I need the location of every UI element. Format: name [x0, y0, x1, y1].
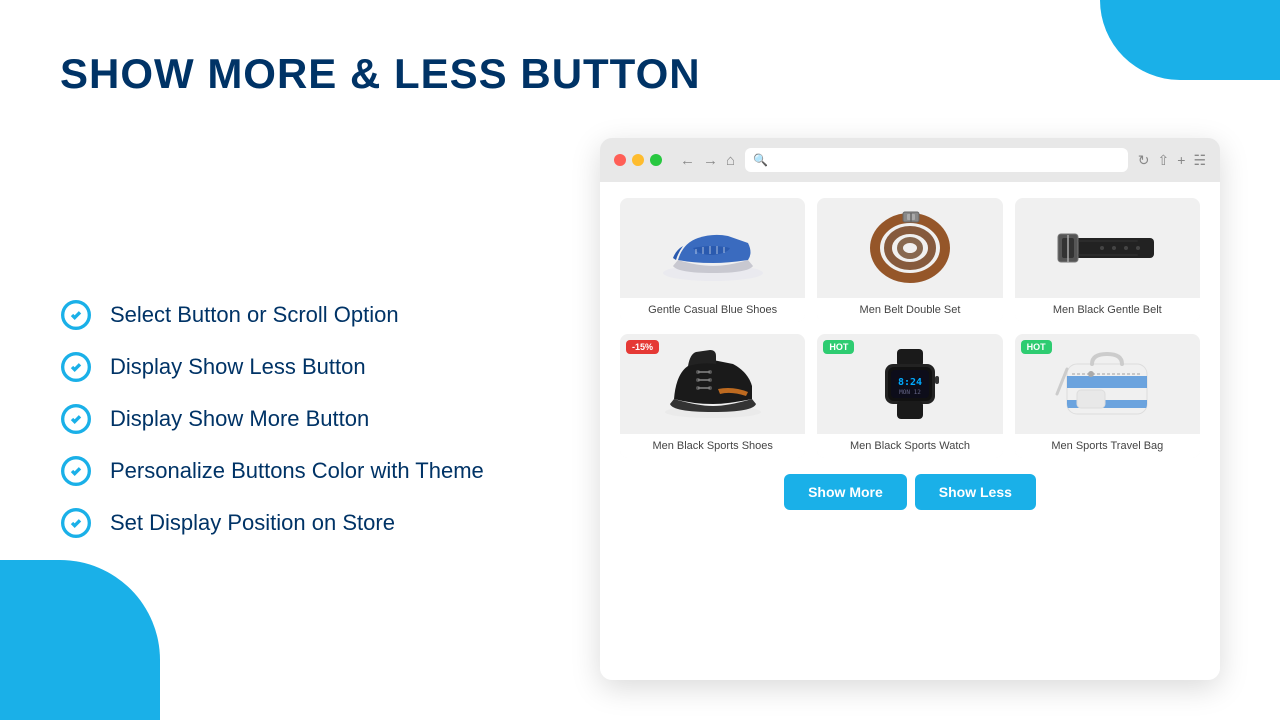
dot-yellow [632, 154, 644, 166]
product-card-4: -15% [620, 334, 805, 458]
page-container: SHOW MORE & LESS BUTTON Select Button or… [0, 0, 1280, 720]
product-name-6: Men Sports Travel Bag [1015, 434, 1200, 458]
feature-item-select: Select Button or Scroll Option [60, 299, 540, 331]
product-image-3 [1015, 198, 1200, 298]
check-icon-show-less [60, 351, 92, 383]
product-name-1: Gentle Casual Blue Shoes [620, 298, 805, 322]
check-icon-position [60, 507, 92, 539]
product-card-6: HOT [1015, 334, 1200, 458]
product-name-2: Men Belt Double Set [817, 298, 1002, 322]
feature-text-position: Set Display Position on Store [110, 510, 395, 536]
share-icon[interactable]: ⇧ [1158, 152, 1170, 169]
check-icon-color [60, 455, 92, 487]
browser-mockup: ← → ⌂ 🔍 ↻ ⇧ + ☵ [600, 138, 1220, 680]
feature-text-color: Personalize Buttons Color with Theme [110, 458, 484, 484]
feature-item-color: Personalize Buttons Color with Theme [60, 455, 540, 487]
product-name-5: Men Black Sports Watch [817, 434, 1002, 458]
product-image-2 [817, 198, 1002, 298]
show-less-button[interactable]: Show Less [915, 474, 1036, 510]
product-badge-4: -15% [626, 340, 659, 354]
svg-text:MON 12: MON 12 [899, 389, 921, 396]
nav-forward[interactable]: → [703, 152, 718, 169]
feature-item-show-more: Display Show More Button [60, 403, 540, 435]
reload-icon[interactable]: ↻ [1138, 152, 1150, 169]
feature-text-select: Select Button or Scroll Option [110, 302, 399, 328]
product-card-5: HOT 8:24 [817, 334, 1002, 458]
search-icon: 🔍 [753, 153, 768, 167]
product-name-4: Men Black Sports Shoes [620, 434, 805, 458]
browser-toolbar: ← → ⌂ 🔍 ↻ ⇧ + ☵ [600, 138, 1220, 182]
browser-content: Gentle Casual Blue Shoes [600, 182, 1220, 680]
svg-text:8:24: 8:24 [898, 377, 922, 388]
feature-item-show-less: Display Show Less Button [60, 351, 540, 383]
buttons-row: Show More Show Less [620, 466, 1200, 514]
check-icon-show-more [60, 403, 92, 435]
products-grid: Gentle Casual Blue Shoes [620, 198, 1200, 458]
check-icon-select [60, 299, 92, 331]
product-card-2: Men Belt Double Set [817, 198, 1002, 322]
more-icon[interactable]: ☵ [1193, 152, 1206, 169]
nav-home[interactable]: ⌂ [726, 152, 735, 169]
feature-text-show-more: Display Show More Button [110, 406, 369, 432]
product-badge-6: HOT [1021, 340, 1052, 354]
browser-actions: ↻ ⇧ + ☵ [1138, 152, 1206, 169]
product-name-3: Men Black Gentle Belt [1015, 298, 1200, 322]
features-list: Select Button or Scroll Option Display S… [60, 138, 540, 680]
browser-nav: ← → ⌂ [680, 152, 735, 169]
product-image-1 [620, 198, 805, 298]
content-row: Select Button or Scroll Option Display S… [60, 138, 1220, 680]
show-more-button[interactable]: Show More [784, 474, 907, 510]
product-badge-5: HOT [823, 340, 854, 354]
dot-red [614, 154, 626, 166]
product-card-3: Men Black Gentle Belt [1015, 198, 1200, 322]
dot-green [650, 154, 662, 166]
browser-address-bar[interactable]: 🔍 [745, 148, 1128, 172]
nav-back[interactable]: ← [680, 152, 695, 169]
browser-dots [614, 154, 662, 166]
feature-item-position: Set Display Position on Store [60, 507, 540, 539]
product-card-1: Gentle Casual Blue Shoes [620, 198, 805, 322]
zoom-icon[interactable]: + [1177, 152, 1185, 169]
main-title: SHOW MORE & LESS BUTTON [60, 50, 1220, 98]
feature-text-show-less: Display Show Less Button [110, 354, 366, 380]
